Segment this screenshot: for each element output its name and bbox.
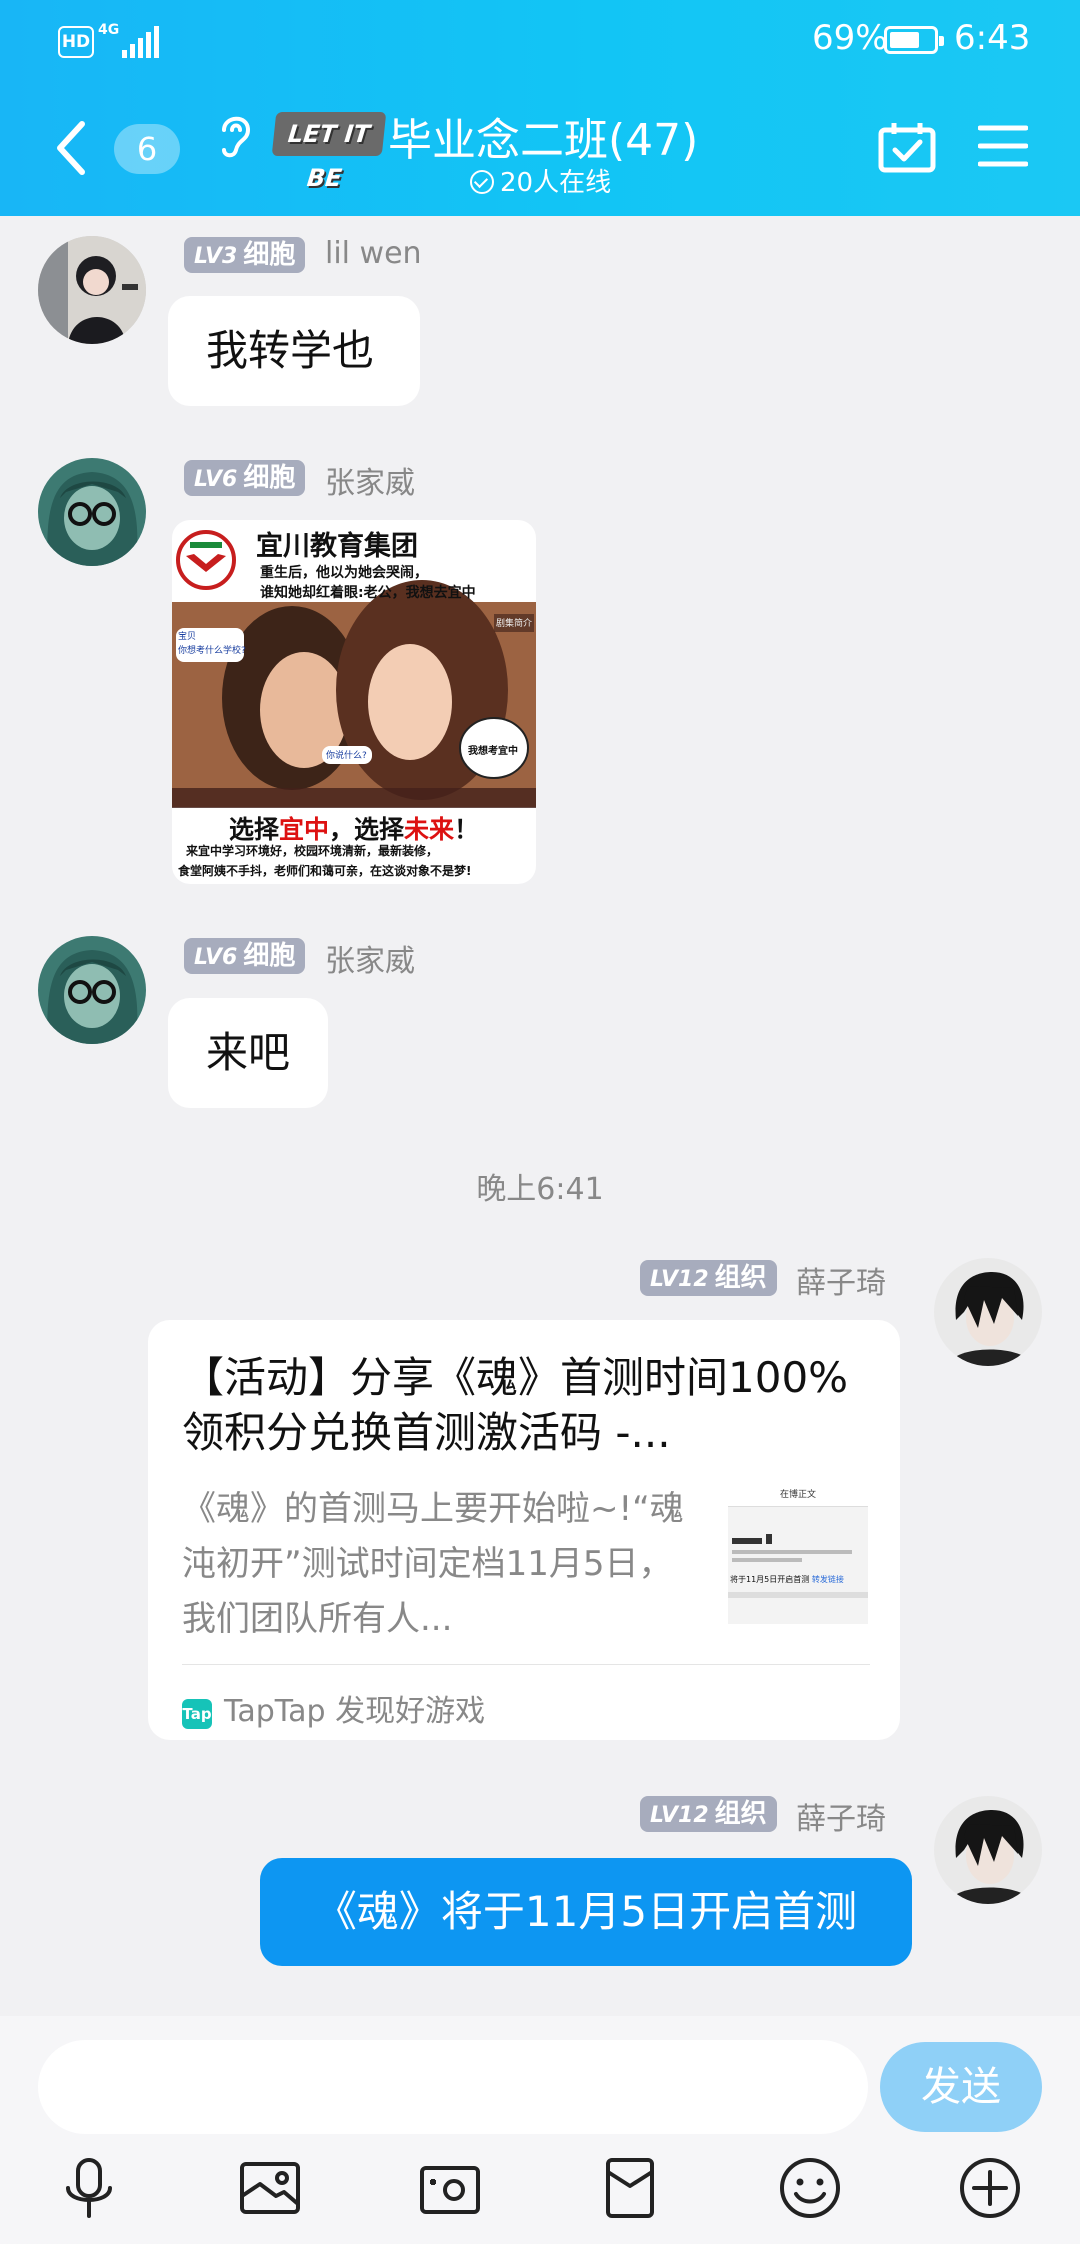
level-badge: LV6 细胞 <box>184 938 306 974</box>
online-text: 20人在线 <box>500 168 612 198</box>
image-icon[interactable] <box>238 2156 302 2220</box>
menu-icon[interactable] <box>978 124 1028 168</box>
group-logo: LET IT BE <box>271 112 387 192</box>
level-text: LV3 <box>194 244 238 269</box>
poster-footer1: 来宜中学习环境好，校园环境清新，最新装修， <box>186 844 439 858</box>
avatar[interactable] <box>934 1258 1042 1366</box>
poster-bubble-left: 宝贝 你想考什么学校? <box>178 632 246 656</box>
emoji-icon[interactable] <box>778 2156 842 2220</box>
poster-slogan: 选择宜中，选择未来！ <box>228 815 480 844</box>
share-card[interactable]: 【活动】分享《魂》首测时间100%领积分兑换首测激活码 -... 《魂》的首测马… <box>148 1320 900 1740</box>
rank-text: 细胞 <box>243 941 296 971</box>
message-bubble[interactable]: 《魂》将于11月5日开启首测 <box>260 1858 912 1966</box>
avatar[interactable] <box>38 236 146 344</box>
card-thumbnail: 在博正文 将于11月5日开启首测 转发链接 <box>728 1484 868 1624</box>
sender-name[interactable]: 张家威 <box>325 936 415 980</box>
poster-tag: 剧集简介 <box>496 619 533 629</box>
level-badge: LV3 细胞 <box>184 237 306 273</box>
unread-count-badge[interactable]: 6 <box>114 124 180 174</box>
group-title[interactable]: 毕业念二班(47) <box>388 104 698 168</box>
poster-bubble-small: 你说什么? <box>326 751 367 761</box>
rank-text: 细胞 <box>243 240 296 270</box>
network-type: 4G <box>98 22 120 38</box>
level-text: LV6 <box>194 945 238 970</box>
rank-text: 组织 <box>714 1263 767 1293</box>
level-badge: LV12 组织 <box>640 1796 777 1832</box>
avatar[interactable] <box>38 936 146 1044</box>
card-source: Tap TapTap 发现好游戏 <box>182 1686 485 1730</box>
card-description: 《魂》的首测马上要开始啦~!“魂沌初开”测试时间定档11月5日，我们团队所有人.… <box>182 1489 684 1639</box>
battery-icon <box>884 26 944 54</box>
thumb-line: 将于11月5日开启首测 转发链接 <box>730 1575 844 1584</box>
card-title: 【活动】分享《魂》首测时间100%领积分兑换首测激活码 -... <box>182 1353 849 1457</box>
send-button[interactable]: 发送 <box>880 2042 1042 2132</box>
plus-icon[interactable] <box>958 2156 1022 2220</box>
rank-text: 组织 <box>714 1799 767 1829</box>
earpiece-mode-icon[interactable] <box>214 110 256 160</box>
sender-name[interactable]: 张家威 <box>325 458 415 502</box>
poster-line2: 谁知她却红着眼:老公，我想去宜中 <box>260 585 476 601</box>
message-input[interactable] <box>38 2040 868 2134</box>
avatar[interactable] <box>38 458 146 566</box>
online-count[interactable]: 20人在线 <box>470 162 611 199</box>
camera-icon[interactable] <box>418 2156 482 2220</box>
battery-percent: 69% <box>812 18 888 58</box>
calendar-check-icon[interactable] <box>878 120 936 174</box>
card-divider <box>182 1664 870 1665</box>
level-badge: LV12 组织 <box>640 1260 777 1296</box>
online-check-icon <box>470 170 494 194</box>
microphone-icon[interactable] <box>58 2156 122 2220</box>
chat-header: HD 4G 69% 6:43 6 LET IT BE 毕业念二班(47) 20人… <box>0 0 1080 216</box>
timestamp: 晚上6:41 <box>476 1172 604 1207</box>
poster-footer2: 食堂阿姨不手抖，老师们和蔼可亲，在这谈对象不是梦! <box>178 864 472 878</box>
taptap-icon: Tap <box>182 1699 212 1729</box>
message-bubble[interactable]: 我转学也 <box>168 296 420 406</box>
source-text: TapTap 发现好游戏 <box>224 1694 486 1729</box>
image-message[interactable]: 宜川教育集团 重生后，他以为她会哭闹， 谁知她却红着眼:老公，我想去宜中 剧集简… <box>172 520 536 884</box>
sender-name[interactable]: 薛子琦 <box>796 1794 886 1838</box>
clock: 6:43 <box>954 18 1031 58</box>
level-text: LV6 <box>194 467 238 492</box>
signal-icon: 4G <box>98 22 159 58</box>
avatar[interactable] <box>934 1796 1042 1904</box>
sender-name[interactable]: 薛子琦 <box>796 1258 886 1302</box>
message-bubble[interactable]: 来吧 <box>168 998 328 1108</box>
back-arrow-icon[interactable] <box>52 118 90 178</box>
rank-text: 细胞 <box>243 463 296 493</box>
level-text: LV12 <box>650 1803 709 1828</box>
poster-bubble-right: 我想考宜中 <box>468 746 518 757</box>
sender-name[interactable]: lil wen <box>325 236 422 271</box>
level-badge: LV6 细胞 <box>184 460 306 496</box>
hd-indicator: HD <box>58 26 94 58</box>
level-text: LV12 <box>650 1267 709 1292</box>
poster-line1: 重生后，他以为她会哭闹， <box>260 565 428 581</box>
red-packet-icon[interactable] <box>598 2156 662 2220</box>
thumb-header: 在博正文 <box>728 1484 868 1507</box>
poster-org: 宜川教育集团 <box>256 531 418 562</box>
